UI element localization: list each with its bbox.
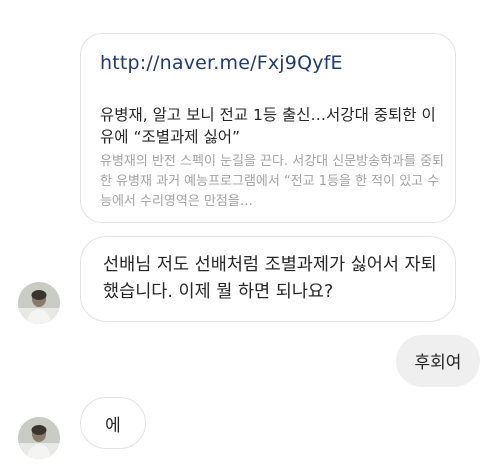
incoming-message-bubble[interactable]: 선배님 저도 선배처럼 조별과제가 싫어서 자퇴했습니다. 이제 뭘 하면 되나… — [80, 236, 456, 322]
sender-avatar[interactable] — [18, 282, 60, 324]
avatar-photo-icon — [18, 282, 60, 324]
message-text: 선배님 저도 선배처럼 조별과제가 싫어서 자퇴했습니다. 이제 뭘 하면 되나… — [103, 255, 437, 302]
incoming-message-bubble[interactable]: 에 — [80, 397, 146, 449]
message-text: 에 — [105, 416, 121, 436]
link-preview-card[interactable]: http://naver.me/Fxj9QyfE 유병재, 알고 보니 전교 1… — [80, 33, 456, 223]
outgoing-message-bubble[interactable]: 후회여 — [396, 335, 480, 387]
link-title: 유병재, 알고 보니 전교 1등 출신…서강대 중퇴한 이유에 “조별과제 싫어… — [100, 106, 436, 146]
avatar-photo-icon — [18, 417, 60, 459]
link-description: 유병재의 반전 스펙이 눈길을 끈다. 서강대 신문방송학과를 중퇴한 유병재 … — [100, 154, 445, 209]
link-url[interactable]: http://naver.me/Fxj9QyfE — [100, 52, 343, 74]
sender-avatar[interactable] — [18, 417, 60, 459]
message-text: 후회여 — [414, 353, 462, 373]
